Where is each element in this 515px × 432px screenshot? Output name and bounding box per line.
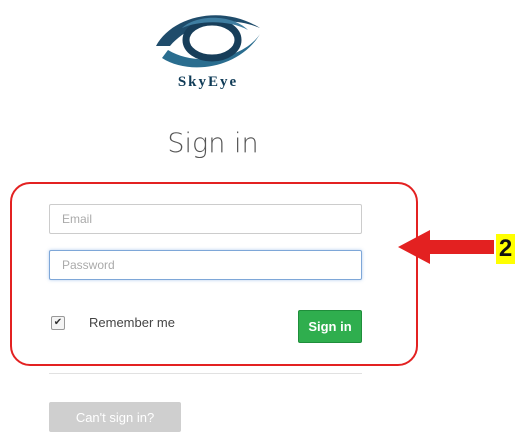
remember-me-label: Remember me [89, 315, 175, 330]
page-title: Sign in [167, 128, 259, 159]
remember-me-checkbox[interactable]: ✔ [51, 315, 65, 330]
step-number-badge: 2 [496, 234, 515, 264]
password-field[interactable] [49, 250, 362, 280]
brand-name: SkyEye [177, 74, 239, 90]
sign-in-page: SkyEye Sign in ✔ Remember me Sign in Can… [0, 0, 515, 432]
cant-sign-in-button[interactable]: Can't sign in? [49, 402, 181, 432]
email-field[interactable] [49, 204, 362, 234]
remember-me-option[interactable]: ✔ Remember me [51, 315, 175, 330]
sign-in-button[interactable]: Sign in [298, 310, 362, 343]
eye-logo-icon [156, 15, 260, 68]
skyeye-logo: SkyEye [148, 6, 268, 92]
divider [49, 373, 362, 374]
red-arrow-icon [398, 230, 494, 264]
